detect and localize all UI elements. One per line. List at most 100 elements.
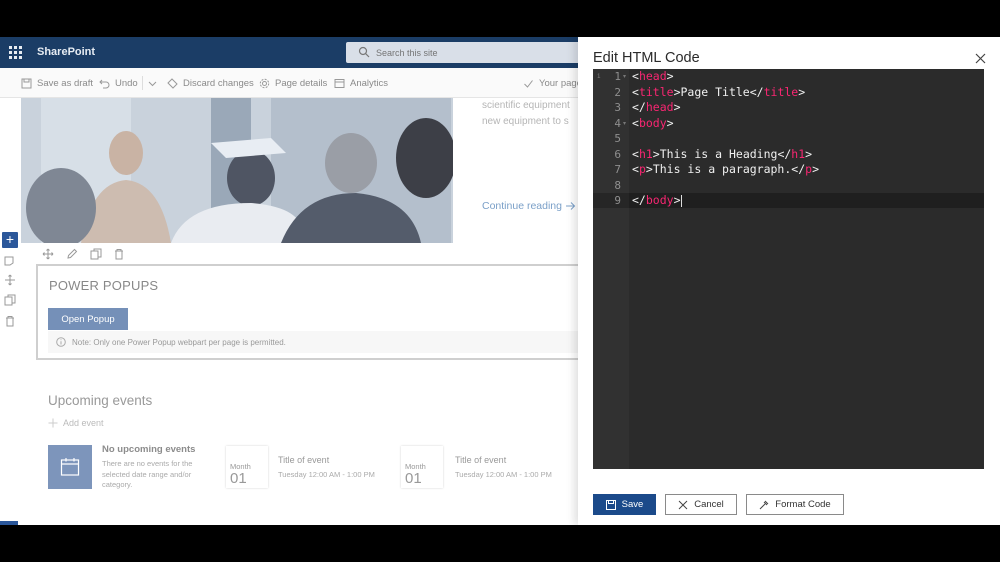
- line-number: 9: [614, 194, 621, 207]
- event-title[interactable]: Title of event: [455, 455, 506, 465]
- event-date-box: Month 01: [401, 446, 443, 488]
- fold-marker-icon[interactable]: ▾: [623, 120, 626, 127]
- undo-label: Undo: [115, 77, 138, 89]
- close-icon[interactable]: [975, 53, 986, 64]
- save-icon: [605, 499, 616, 510]
- edit-section-icon[interactable]: [4, 254, 16, 266]
- page-details-button[interactable]: Page details: [259, 76, 327, 90]
- code-editor[interactable]: i 1 2 3 4 5 6 7 8 9 ▾ ▾ <head> <title>Pag…: [593, 69, 984, 469]
- delete-icon[interactable]: [113, 248, 125, 260]
- line-number: 2: [614, 85, 621, 99]
- line-number: 4: [614, 116, 621, 130]
- webpart-note: Note: Only one Power Popup webpart per p…: [48, 331, 588, 353]
- code-tag-name: title: [638, 84, 674, 99]
- webpart-toolbar: [37, 243, 131, 265]
- app-name[interactable]: SharePoint: [37, 46, 95, 58]
- save-draft-label: Save as draft: [37, 77, 93, 89]
- code-line[interactable]: </head>: [632, 100, 819, 116]
- code-tag-name: h1: [791, 146, 806, 161]
- save-icon: [21, 78, 32, 88]
- events-heading: Upcoming events: [48, 393, 153, 408]
- search-icon: [358, 46, 370, 58]
- video-frame: SharePoint Save as draft Undo Discard ch…: [0, 0, 1000, 562]
- analytics-button[interactable]: Analytics: [334, 76, 388, 90]
- line-number: 7: [614, 163, 621, 176]
- chevron-down-icon: [148, 81, 157, 86]
- page-status: Your page: [523, 76, 582, 90]
- search-box[interactable]: [346, 42, 586, 63]
- add-section-button[interactable]: +: [2, 232, 18, 248]
- undo-icon: [99, 79, 110, 88]
- format-code-button[interactable]: Format Code: [746, 494, 844, 515]
- section-indicator: [0, 521, 18, 525]
- line-number: 3: [614, 101, 621, 114]
- waffle-icon[interactable]: [9, 46, 22, 59]
- line-number: 1: [614, 70, 621, 83]
- info-icon: [56, 337, 66, 347]
- duplicate-icon[interactable]: [90, 248, 102, 260]
- analytics-icon: [334, 78, 345, 88]
- continue-reading-link[interactable]: Continue reading: [482, 200, 576, 212]
- code-tag-name: body: [638, 115, 667, 130]
- page-status-label: Your page: [539, 77, 582, 89]
- move-icon[interactable]: [4, 274, 16, 286]
- event-title[interactable]: Title of event: [278, 455, 329, 465]
- save-button[interactable]: Save: [593, 494, 656, 515]
- line-number: 8: [614, 178, 621, 192]
- code-line[interactable]: <head>: [632, 69, 819, 85]
- no-events-description: There are no events for the selected dat…: [102, 459, 193, 489]
- gear-icon: [259, 78, 270, 88]
- delete-icon[interactable]: [4, 315, 16, 327]
- code-line[interactable]: [632, 131, 819, 147]
- code-tag-name: title: [763, 84, 799, 99]
- analytics-label: Analytics: [350, 77, 389, 89]
- news-text-line: scientific equipment: [482, 100, 570, 111]
- undo-button[interactable]: Undo: [99, 76, 138, 90]
- code-content[interactable]: <head> <title>Page Title</title> </head> <b…: [632, 69, 819, 209]
- code-line[interactable]: <body>: [632, 116, 819, 132]
- format-code-label: Format Code: [775, 499, 831, 510]
- discard-label: Discard changes: [183, 77, 254, 89]
- panel-title: Edit HTML Code: [593, 50, 700, 66]
- power-popups-webpart[interactable]: POWER POPUPS Open Popup Note: Only one P…: [36, 264, 596, 360]
- code-tag-name: p: [638, 162, 646, 176]
- close-icon: [678, 500, 688, 509]
- search-input[interactable]: [376, 45, 576, 60]
- code-tag-name: body: [645, 193, 674, 207]
- open-popup-button[interactable]: Open Popup: [48, 308, 128, 330]
- line-number: 5: [614, 132, 621, 145]
- news-text-line: new equipment to s: [482, 116, 569, 127]
- edit-icon[interactable]: [66, 248, 78, 260]
- event-day: 01: [405, 470, 422, 487]
- save-draft-button[interactable]: Save as draft: [21, 76, 93, 90]
- duplicate-icon[interactable]: [4, 294, 16, 306]
- code-tag-name: head: [638, 69, 667, 83]
- code-tag-name: head: [645, 100, 674, 114]
- text-cursor: [680, 194, 682, 207]
- code-line[interactable]: <p>This is a paragraph.</p>: [632, 162, 819, 178]
- add-event-button[interactable]: Add event: [48, 418, 104, 428]
- code-line[interactable]: [632, 178, 819, 194]
- format-icon: [759, 500, 769, 509]
- calendar-icon: [60, 458, 80, 476]
- discard-changes-button[interactable]: Discard changes: [167, 76, 254, 90]
- event-date-box: Month 01: [226, 446, 268, 488]
- undo-dropdown[interactable]: [147, 76, 158, 90]
- cancel-button[interactable]: Cancel: [665, 494, 737, 515]
- move-icon[interactable]: [42, 248, 54, 260]
- edit-html-panel: Edit HTML Code i 1 2 3 4 5 6 7 8 9 ▾ ▾ <…: [578, 37, 1000, 525]
- check-icon: [524, 79, 533, 88]
- news-hero-image[interactable]: [21, 98, 453, 243]
- code-line[interactable]: <h1>This is a Heading</h1>: [632, 147, 819, 163]
- line-number: 6: [614, 147, 621, 161]
- code-line[interactable]: <title>Page Title</title>: [632, 85, 819, 101]
- divider: [142, 76, 143, 90]
- sharepoint-window: SharePoint Save as draft Undo Discard ch…: [0, 37, 1000, 525]
- cancel-label: Cancel: [694, 499, 724, 510]
- event-time: Tuesday 12:00 AM - 1:00 PM: [455, 470, 552, 479]
- code-line[interactable]: </body>: [632, 193, 819, 209]
- meeting-photo: [21, 98, 453, 243]
- fold-marker-icon[interactable]: ▾: [623, 73, 626, 80]
- arrow-right-icon: [565, 202, 576, 210]
- note-text: Note: Only one Power Popup webpart per p…: [72, 337, 286, 347]
